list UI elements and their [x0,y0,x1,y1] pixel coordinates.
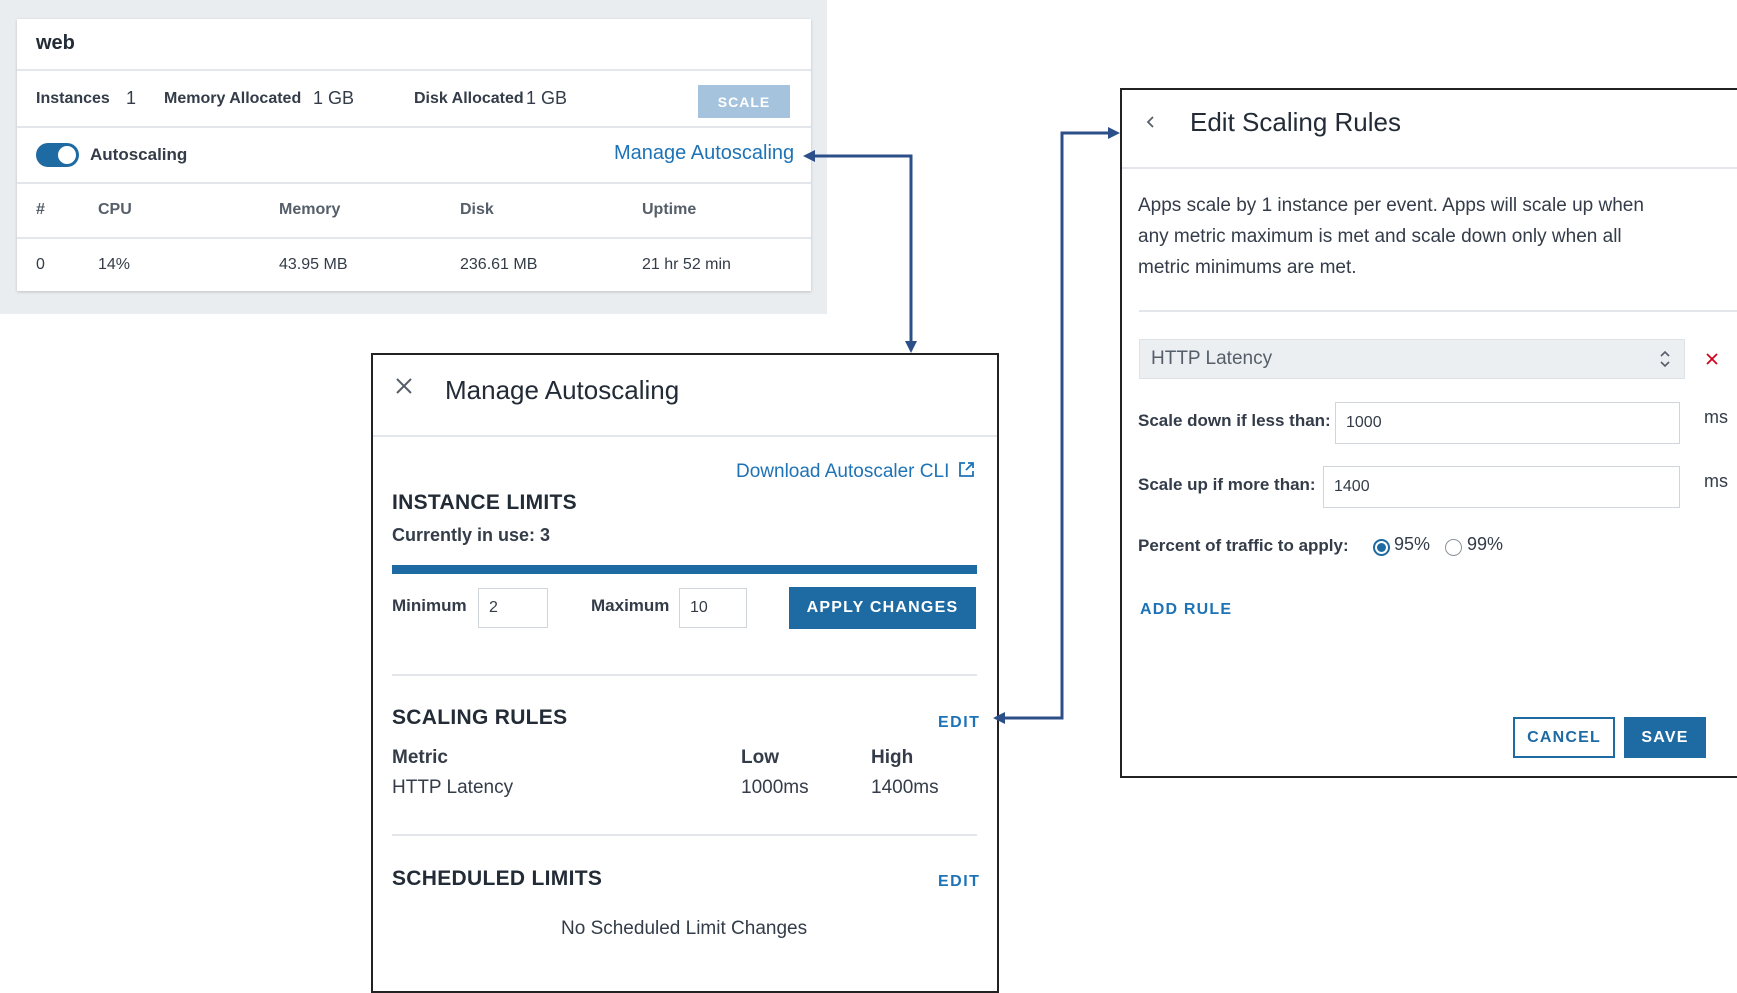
arrow-head-icon [905,341,917,353]
connector-arrows [803,127,1120,724]
connector-line [813,154,913,346]
arrow-head-icon [803,150,815,162]
connector-line [1003,131,1112,720]
arrow-head-icon [993,712,1005,724]
arrow-head-icon [1108,127,1120,139]
